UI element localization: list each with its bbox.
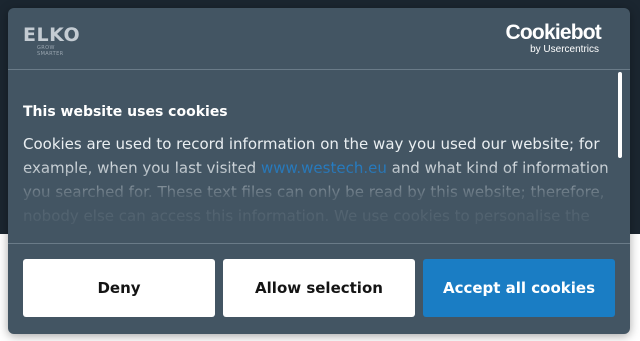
consent-title: This website uses cookies xyxy=(23,104,228,120)
deny-button[interactable]: Deny xyxy=(23,259,215,317)
consent-content: This website uses cookies Cookies are us… xyxy=(23,102,613,234)
elko-logo: ELKO GROW SMARTER xyxy=(23,25,83,57)
cookiebot-logo-subtext: by Usercentrics xyxy=(530,44,599,55)
dialog-header: ELKO GROW SMARTER Cookiebot by Usercentr… xyxy=(8,8,630,69)
website-link[interactable]: www.westech.eu xyxy=(261,159,387,177)
cookiebot-logo[interactable]: Cookiebot by Usercentrics xyxy=(491,21,602,55)
header-divider xyxy=(8,69,630,70)
accept-all-cookies-button[interactable]: Accept all cookies xyxy=(423,259,615,317)
consent-description: Cookies are used to record information o… xyxy=(23,132,613,228)
footer-divider xyxy=(8,243,630,244)
content-scrollbar-thumb[interactable] xyxy=(618,72,622,158)
allow-selection-button[interactable]: Allow selection xyxy=(223,259,415,317)
cookie-consent-dialog: ELKO GROW SMARTER Cookiebot by Usercentr… xyxy=(8,8,630,334)
elko-logo-text: ELKO xyxy=(23,24,81,46)
cookiebot-logo-text: Cookiebot xyxy=(505,21,602,44)
elko-logo-tagline: GROW SMARTER xyxy=(37,45,64,57)
